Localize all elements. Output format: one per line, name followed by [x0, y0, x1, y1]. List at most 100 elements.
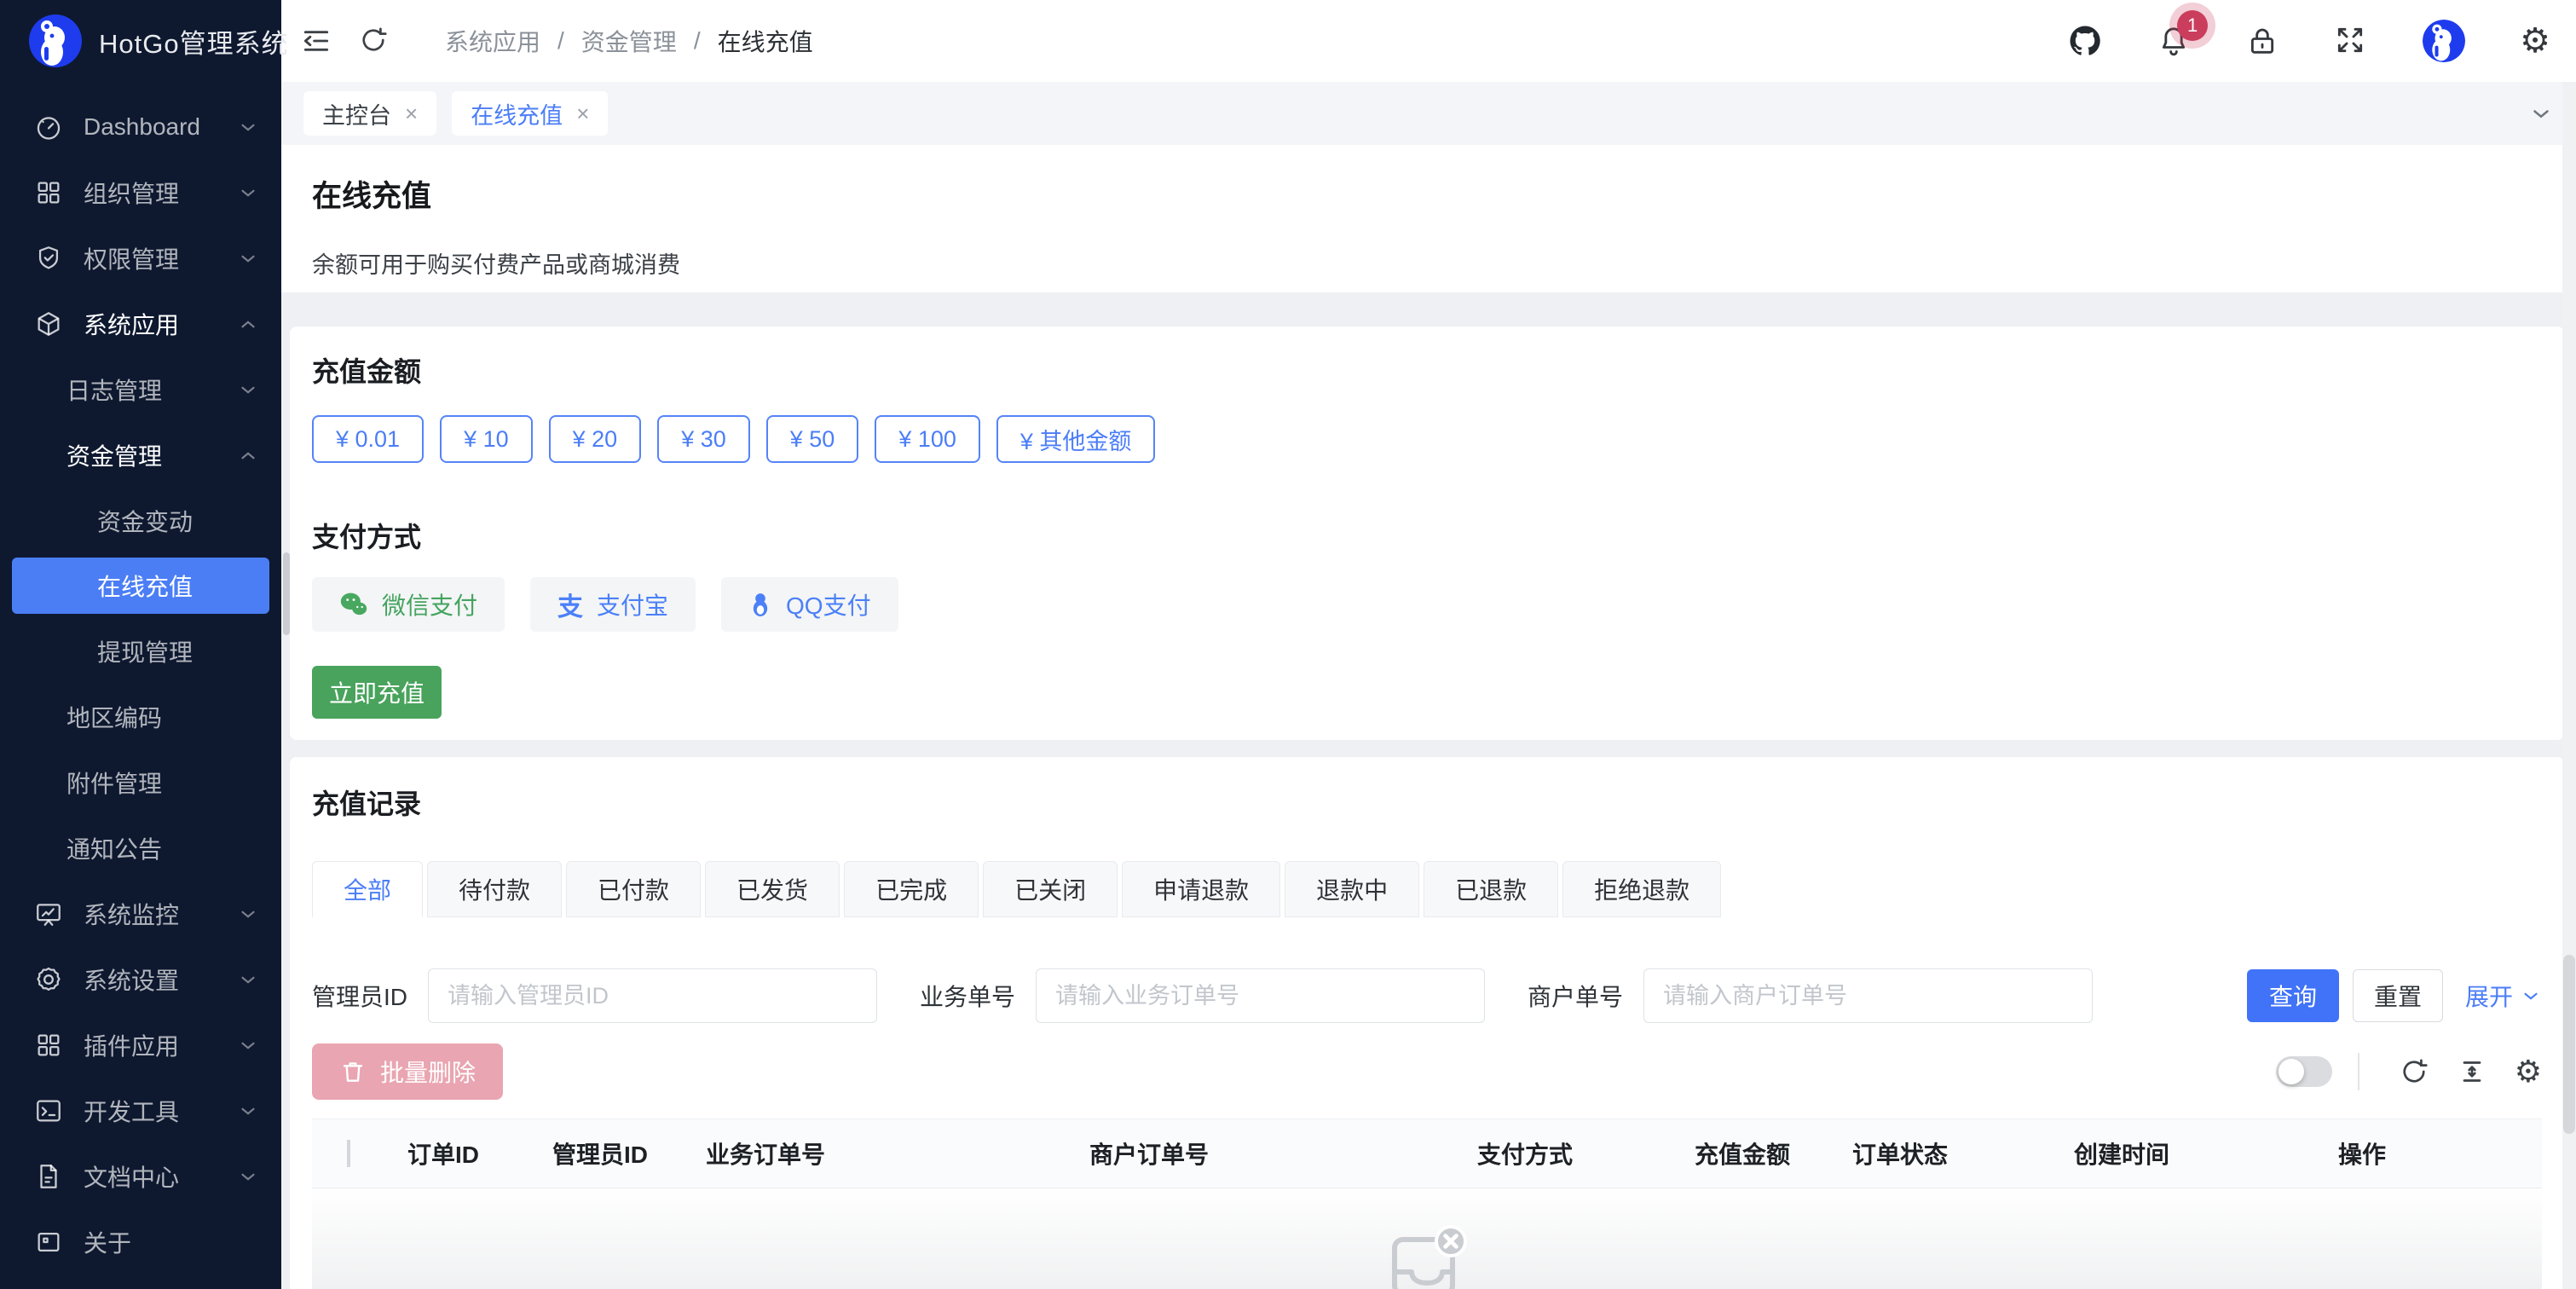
- table-refresh-icon[interactable]: [2399, 1056, 2429, 1087]
- menu-collapse-icon[interactable]: [300, 25, 332, 57]
- topbar-actions: 1: [2068, 20, 2550, 62]
- tabbar-dropdown-icon[interactable]: [2528, 101, 2554, 126]
- amount-option-other[interactable]: ¥ 其他金额: [996, 415, 1156, 463]
- chevron-down-icon: [237, 968, 259, 991]
- status-tab-all[interactable]: 全部: [312, 861, 423, 917]
- sidebar-item-region-code[interactable]: 地区编码: [0, 684, 281, 749]
- amount-option-0.01[interactable]: ¥ 0.01: [312, 415, 424, 463]
- divider: [2358, 1053, 2359, 1090]
- grid-icon: [34, 178, 63, 207]
- sidebar-item-withdraw-mgmt[interactable]: 提现管理: [0, 618, 281, 684]
- col-order-id: 订单ID: [388, 1136, 533, 1171]
- amount-option-100[interactable]: ¥ 100: [875, 415, 980, 463]
- sidebar-item-label: 开发工具: [84, 1094, 179, 1128]
- terminal-icon: [34, 1096, 63, 1125]
- fullscreen-icon[interactable]: [2334, 24, 2368, 58]
- dashboard-icon: [34, 113, 63, 142]
- shield-check-icon: [34, 244, 63, 273]
- recharge-card: 充值金额 ¥ 0.01 ¥ 10 ¥ 20 ¥ 30 ¥ 50 ¥ 100 ¥ …: [290, 327, 2564, 740]
- settings-gear-icon[interactable]: ⚙: [2520, 24, 2550, 58]
- sidebar-item-fund-change[interactable]: 资金变动: [0, 488, 281, 553]
- status-tab-refund-rejected[interactable]: 拒绝退款: [1562, 861, 1721, 917]
- sidebar-item-system-app[interactable]: 系统应用: [0, 291, 281, 356]
- status-tab-refunding[interactable]: 退款中: [1285, 861, 1419, 917]
- status-tab-paid[interactable]: 已付款: [566, 861, 701, 917]
- sidebar-item-label: 组织管理: [84, 176, 179, 210]
- amount-option-10[interactable]: ¥ 10: [440, 415, 533, 463]
- sidebar-item-dev-tools[interactable]: 开发工具: [0, 1078, 281, 1143]
- sidebar-item-fund-mgmt[interactable]: 资金管理: [0, 422, 281, 488]
- chevron-down-icon: [237, 182, 259, 204]
- row-density-icon[interactable]: [2457, 1056, 2487, 1087]
- sidebar-item-system-monitor[interactable]: 系统监控: [0, 881, 281, 946]
- chevron-down-icon: [237, 903, 259, 925]
- sidebar-item-log-mgmt[interactable]: 日志管理: [0, 356, 281, 422]
- pay-method-wechat[interactable]: 微信支付: [312, 577, 505, 632]
- chevron-down-icon: [237, 116, 259, 138]
- page-scrollbar-thumb[interactable]: [2563, 955, 2575, 1134]
- sidebar-item-notice[interactable]: 通知公告: [0, 815, 281, 881]
- amount-option-50[interactable]: ¥ 50: [766, 415, 859, 463]
- striped-toggle[interactable]: [2276, 1056, 2332, 1087]
- recharge-submit-button[interactable]: 立即充值: [312, 666, 442, 719]
- sidebar-scrollbar-thumb[interactable]: [283, 552, 290, 635]
- sidebar-item-org[interactable]: 组织管理: [0, 159, 281, 225]
- status-tab-shipped[interactable]: 已发货: [705, 861, 840, 917]
- sidebar-item-dashboard[interactable]: Dashboard: [0, 94, 281, 159]
- admin-id-input[interactable]: [428, 968, 877, 1023]
- expand-filters-link[interactable]: 展开: [2465, 979, 2542, 1013]
- records-card: 充值记录 全部 待付款 已付款 已发货 已完成 已关闭 申请退款 退款中 已退款…: [290, 757, 2564, 1289]
- close-icon[interactable]: ×: [576, 102, 589, 124]
- sidebar-item-label: 资金管理: [66, 438, 162, 472]
- document-icon: [34, 1162, 63, 1191]
- breadcrumb-separator: /: [557, 27, 564, 55]
- order-sn-input[interactable]: [1036, 968, 1485, 1023]
- select-all-cell: [312, 1140, 388, 1167]
- merchant-sn-input[interactable]: [1643, 968, 2093, 1023]
- pay-method-qq[interactable]: QQ支付: [721, 577, 898, 632]
- col-admin-id: 管理员ID: [533, 1136, 686, 1171]
- sidebar-item-label: 附件管理: [66, 766, 162, 800]
- breadcrumb-item[interactable]: 系统应用: [445, 24, 540, 58]
- bulk-delete-button[interactable]: 批量删除: [312, 1043, 503, 1100]
- sidebar-item-label: 日志管理: [66, 373, 162, 407]
- tab-online-recharge[interactable]: 在线充值 ×: [452, 91, 608, 136]
- sidebar-item-label: 提现管理: [97, 634, 193, 668]
- github-icon[interactable]: [2068, 24, 2102, 58]
- col-actions: 操作: [2319, 1136, 2542, 1171]
- breadcrumb-item[interactable]: 资金管理: [581, 24, 677, 58]
- breadcrumb: 系统应用 / 资金管理 / 在线充值: [445, 24, 813, 58]
- status-tab-refunded[interactable]: 已退款: [1424, 861, 1558, 917]
- table-toolbar: 批量删除 ⚙: [312, 1043, 2542, 1100]
- select-all-checkbox[interactable]: [347, 1140, 350, 1167]
- cube-icon: [34, 309, 63, 338]
- page-header: 在线充值 余额可用于购买付费产品或商城消费: [281, 145, 2576, 292]
- sidebar-item-attachment-mgmt[interactable]: 附件管理: [0, 749, 281, 815]
- amount-option-20[interactable]: ¥ 20: [549, 415, 642, 463]
- user-avatar[interactable]: [2423, 20, 2465, 62]
- tab-console[interactable]: 主控台 ×: [303, 91, 436, 136]
- lock-icon[interactable]: [2245, 24, 2279, 58]
- col-created-at: 创建时间: [2054, 1136, 2319, 1171]
- status-tab-refund-request[interactable]: 申请退款: [1122, 861, 1280, 917]
- main-area: 系统应用 / 资金管理 / 在线充值 1: [281, 0, 2576, 1289]
- sidebar-item-plugins[interactable]: 插件应用: [0, 1012, 281, 1078]
- refresh-icon[interactable]: [358, 25, 390, 57]
- column-settings-icon[interactable]: ⚙: [2515, 1056, 2542, 1087]
- logo-row[interactable]: HotGo管理系统: [0, 0, 281, 82]
- sidebar-item-about[interactable]: 关于: [0, 1209, 281, 1275]
- sidebar-item-online-recharge[interactable]: 在线充值: [12, 558, 269, 614]
- amount-option-30[interactable]: ¥ 30: [657, 415, 750, 463]
- notification-bell-icon[interactable]: 1: [2157, 24, 2191, 58]
- pay-method-alipay[interactable]: 支 支付宝: [530, 577, 696, 632]
- reset-button[interactable]: 重置: [2353, 969, 2443, 1022]
- query-button[interactable]: 查询: [2247, 969, 2339, 1022]
- status-tab-pending-pay[interactable]: 待付款: [427, 861, 562, 917]
- status-tab-closed[interactable]: 已关闭: [983, 861, 1118, 917]
- status-tab-completed[interactable]: 已完成: [844, 861, 979, 917]
- sidebar-item-system-settings[interactable]: 系统设置: [0, 946, 281, 1012]
- sidebar-item-permission[interactable]: 权限管理: [0, 225, 281, 291]
- sidebar-item-label: Dashboard: [84, 113, 200, 141]
- close-icon[interactable]: ×: [405, 102, 418, 124]
- sidebar-item-doc-center[interactable]: 文档中心: [0, 1143, 281, 1209]
